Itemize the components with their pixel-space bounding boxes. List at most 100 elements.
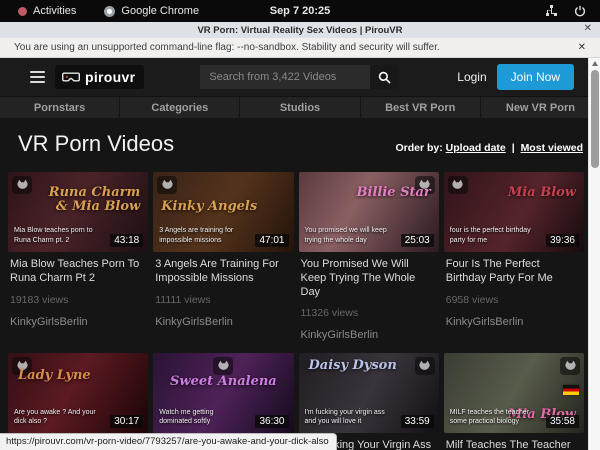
- site-logo[interactable]: pirouvr: [55, 65, 144, 89]
- duration-badge: 33:59: [401, 415, 434, 428]
- video-thumbnail[interactable]: Billie Star You promised we will keep tr…: [299, 172, 439, 252]
- status-bar-url: https://pirouvr.com/vr-porn-video/779325…: [0, 433, 337, 450]
- vr-goggles-icon: [62, 72, 80, 83]
- cat-mask-icon: [213, 357, 233, 375]
- video-thumbnail[interactable]: Kinky Angels 3 Angels are training for i…: [153, 172, 293, 252]
- video-thumbnail[interactable]: Lady Lyne Are you awake ? And your dick …: [8, 353, 148, 433]
- cat-mask-icon: [12, 176, 32, 194]
- nav-item-new-vr-porn[interactable]: New VR Porn: [480, 97, 600, 118]
- thumbnail-overlay-title: Sweet Analena: [153, 375, 293, 389]
- video-thumbnail[interactable]: Mia Blow MILF teaches the teacher some p…: [444, 353, 584, 433]
- video-title[interactable]: 3 Angels Are Training For Impossible Mis…: [155, 258, 291, 286]
- thumbnail-overlay-subtitle: You promised we will keep trying the who…: [305, 226, 393, 246]
- video-card[interactable]: Runa Charm & Mia Blow Mia Blow teaches p…: [8, 172, 148, 341]
- page-scrollbar[interactable]: [588, 58, 600, 450]
- nav-item-categories[interactable]: Categories: [119, 97, 239, 118]
- order-by-label: Order by:: [395, 142, 442, 154]
- menu-icon[interactable]: [30, 71, 45, 83]
- thumbnail-overlay-title: Runa Charm & Mia Blow: [39, 186, 140, 213]
- thumbnail-overlay-subtitle: I'm fucking your virgin ass and you will…: [305, 408, 393, 428]
- nav-item-pornstars[interactable]: Pornstars: [0, 97, 119, 118]
- duration-badge: 36:30: [255, 415, 288, 428]
- nav-item-studios[interactable]: Studios: [239, 97, 359, 118]
- network-icon[interactable]: [545, 5, 558, 17]
- thumbnail-overlay-subtitle: Are you awake ? And your dick also ?: [14, 408, 102, 428]
- duration-badge: 25:03: [401, 234, 434, 247]
- cat-mask-icon: [560, 357, 580, 375]
- power-icon[interactable]: [574, 5, 586, 17]
- video-title[interactable]: Mia Blow Teaches Porn To Runa Charm Pt 2: [10, 258, 146, 286]
- cat-mask-icon: [415, 357, 435, 375]
- view-count: 11111 views: [155, 294, 291, 306]
- video-thumbnail[interactable]: Mia Blow four is the perfect birthday pa…: [444, 172, 584, 252]
- duration-badge: 35:58: [546, 415, 579, 428]
- warning-dismiss-icon[interactable]: ✕: [578, 42, 586, 53]
- duration-badge: 39:36: [546, 234, 579, 247]
- thumbnail-overlay-subtitle: MILF teaches the teacher some practical …: [450, 408, 538, 428]
- tab-title: VR Porn: Virtual Reality Sex Videos | Pi…: [197, 25, 402, 36]
- video-thumbnail[interactable]: Sweet Analena Watch me getting dominated…: [153, 353, 293, 433]
- view-count: 6958 views: [446, 294, 582, 306]
- page-viewport: pirouvr Login Join Now Pornstars Categor…: [0, 58, 600, 450]
- video-thumbnail[interactable]: Runa Charm & Mia Blow Mia Blow teaches p…: [8, 172, 148, 252]
- view-count: 19183 views: [10, 294, 146, 306]
- video-title[interactable]: Milf Teaches The Teacher Some Practical …: [446, 439, 582, 450]
- thumbnail-overlay-title: Lady Lyne: [18, 369, 91, 383]
- search-bar: [200, 65, 398, 89]
- search-icon: [378, 71, 391, 84]
- german-flag-icon: [563, 385, 579, 395]
- video-card[interactable]: Mia Blow MILF teaches the teacher some p…: [444, 353, 584, 450]
- duration-badge: 47:01: [255, 234, 288, 247]
- nav-item-best-vr-porn[interactable]: Best VR Porn: [360, 97, 480, 118]
- logo-text: pirouvr: [85, 69, 135, 85]
- unsupported-flag-warning-bar: You are using an unsupported command-lin…: [0, 38, 600, 58]
- studio-link[interactable]: KinkyGirlsBerlin: [155, 316, 291, 328]
- cat-mask-icon: [448, 176, 468, 194]
- site-header: pirouvr Login Join Now: [0, 58, 600, 96]
- focused-app-indicator[interactable]: Google Chrome: [104, 5, 199, 17]
- activities-label: Activities: [33, 5, 76, 17]
- video-card[interactable]: Kinky Angels 3 Angels are training for i…: [153, 172, 293, 341]
- order-by-controls: Order by: Upload date | Most viewed: [395, 142, 583, 157]
- login-link[interactable]: Login: [457, 70, 486, 84]
- video-title[interactable]: You Promised We Will Keep Trying The Who…: [301, 258, 437, 299]
- video-title[interactable]: Four Is The Perfect Birthday Party For M…: [446, 258, 582, 286]
- system-top-bar: Activities Google Chrome Sep 7 20:25: [0, 0, 600, 22]
- thumbnail-overlay-title: Daisy Dyson: [309, 359, 397, 373]
- order-separator: |: [509, 142, 518, 154]
- scrollbar-thumb[interactable]: [591, 70, 599, 168]
- thumbnail-overlay-title: Kinky Angels: [161, 200, 257, 214]
- studio-link[interactable]: KinkyGirlsBerlin: [301, 329, 437, 341]
- app-name-label: Google Chrome: [121, 5, 199, 17]
- thumbnail-overlay-subtitle: 3 Angels are training for impossible mis…: [159, 226, 247, 246]
- view-count: 11326 views: [301, 307, 437, 319]
- window-close-icon[interactable]: ✕: [584, 23, 592, 34]
- thumbnail-overlay-title: Billie Star: [357, 186, 431, 200]
- thumbnail-overlay-subtitle: Watch me getting dominated softly: [159, 408, 247, 428]
- duration-badge: 30:17: [110, 415, 143, 428]
- main-nav: Pornstars Categories Studios Best VR Por…: [0, 96, 600, 118]
- studio-link[interactable]: KinkyGirlsBerlin: [10, 316, 146, 328]
- cat-mask-icon: [157, 176, 177, 194]
- order-most-viewed-link[interactable]: Most viewed: [521, 142, 583, 154]
- page-title: VR Porn Videos: [18, 131, 174, 157]
- activities-button[interactable]: Activities: [18, 5, 76, 17]
- video-grid: Runa Charm & Mia Blow Mia Blow teaches p…: [8, 172, 584, 450]
- thumbnail-overlay-title: Mia Blow: [508, 186, 576, 200]
- search-button[interactable]: [370, 65, 398, 89]
- thumbnail-overlay-subtitle: four is the perfect birthday party for m…: [450, 226, 538, 246]
- duration-badge: 43:18: [110, 234, 143, 247]
- thumbnail-overlay-subtitle: Mia Blow teaches porn to Runa Charm pt. …: [14, 226, 102, 246]
- chrome-icon: [104, 6, 115, 17]
- video-thumbnail[interactable]: Daisy Dyson I'm fucking your virgin ass …: [299, 353, 439, 433]
- studio-link[interactable]: KinkyGirlsBerlin: [446, 316, 582, 328]
- join-now-button[interactable]: Join Now: [497, 64, 574, 90]
- order-upload-date-link[interactable]: Upload date: [446, 142, 506, 154]
- scrollbar-up-arrow-icon[interactable]: [592, 61, 598, 66]
- browser-title-bar: VR Porn: Virtual Reality Sex Videos | Pi…: [0, 22, 600, 38]
- clock[interactable]: Sep 7 20:25: [270, 5, 331, 17]
- video-card[interactable]: Billie Star You promised we will keep tr…: [299, 172, 439, 341]
- search-input[interactable]: [200, 65, 370, 89]
- warning-text: You are using an unsupported command-lin…: [14, 42, 440, 53]
- video-card[interactable]: Mia Blow four is the perfect birthday pa…: [444, 172, 584, 341]
